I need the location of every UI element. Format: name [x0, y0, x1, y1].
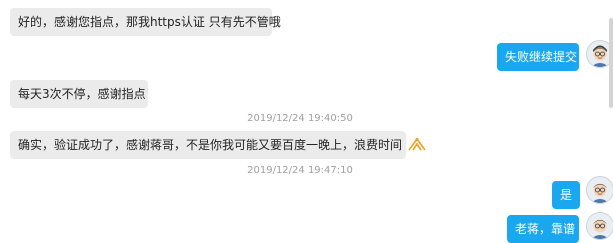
incoming-message-bubble: 确实，验证成功了，感谢蒋哥，不是你我可能又要百度一晚上，浪费时间	[10, 131, 426, 159]
incoming-message-bubble: 好的，感谢您指点，那我https认证 只有先不管哦	[10, 8, 281, 36]
message-text: 是	[559, 188, 572, 202]
message-text: 失败继续提交	[505, 50, 578, 64]
outgoing-message-bubble: 老蒋，靠谱	[507, 215, 579, 243]
avatar-face-icon	[587, 213, 613, 239]
outgoing-message-bubble: 失败继续提交	[497, 43, 579, 71]
message-timestamp: 2019/12/24 19:40:50	[247, 113, 353, 124]
message-timestamp: 2019/12/24 19:47:10	[247, 165, 353, 176]
incoming-message-bubble: 每天3次不停，感谢指点	[10, 80, 148, 108]
vertical-scrollbar[interactable]	[609, 18, 613, 108]
message-text: 每天3次不停，感谢指点	[18, 87, 146, 101]
outgoing-message-bubble: 是	[552, 181, 580, 209]
chat-message-list: 好的，感谢您指点，那我https认证 只有先不管哦 失败继续提交 每天3次不停，…	[0, 0, 613, 243]
message-text: 确实，验证成功了，感谢蒋哥，不是你我可能又要百度一晚上，浪费时间	[18, 138, 403, 152]
message-text: 好的，感谢您指点，那我https认证 只有先不管哦	[18, 15, 281, 29]
avatar-face-icon	[587, 177, 613, 203]
user-avatar[interactable]	[586, 212, 613, 240]
bowing-emoji-icon	[408, 133, 426, 151]
message-text: 老蒋，靠谱	[515, 222, 576, 236]
user-avatar[interactable]	[586, 176, 613, 204]
